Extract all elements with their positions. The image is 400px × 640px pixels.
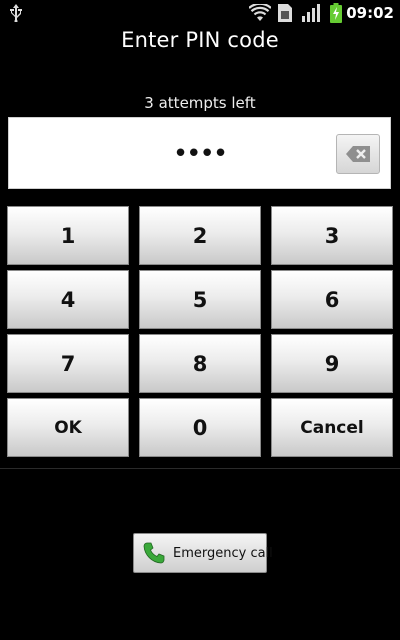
page-title: Enter PIN code [121,28,279,52]
attempts-left-text: 3 attempts left [144,94,256,112]
key-9[interactable]: 9 [271,334,393,393]
ok-button[interactable]: OK [7,398,129,457]
status-bar: 09:02 [0,0,400,26]
divider [0,468,400,469]
cancel-button[interactable]: Cancel [271,398,393,457]
key-7[interactable]: 7 [7,334,129,393]
key-5[interactable]: 5 [139,270,261,329]
battery-charging-icon [330,3,342,27]
key-2[interactable]: 2 [139,206,261,265]
status-clock: 09:02 [346,4,394,22]
usb-icon [10,4,22,26]
pin-input[interactable]: •••• [8,117,391,189]
key-0[interactable]: 0 [139,398,261,457]
key-4[interactable]: 4 [7,270,129,329]
key-8[interactable]: 8 [139,334,261,393]
sim-icon [278,4,292,26]
key-1[interactable]: 1 [7,206,129,265]
emergency-call-label: Emergency call [173,545,273,561]
phone-icon [143,542,165,564]
backspace-icon [346,146,370,162]
key-3[interactable]: 3 [271,206,393,265]
emergency-call-button[interactable]: Emergency call [133,533,273,573]
key-6[interactable]: 6 [271,270,393,329]
wifi-icon [248,2,272,26]
backspace-button[interactable] [336,134,380,174]
pin-masked-value: •••• [172,139,228,169]
signal-icon [302,4,320,26]
